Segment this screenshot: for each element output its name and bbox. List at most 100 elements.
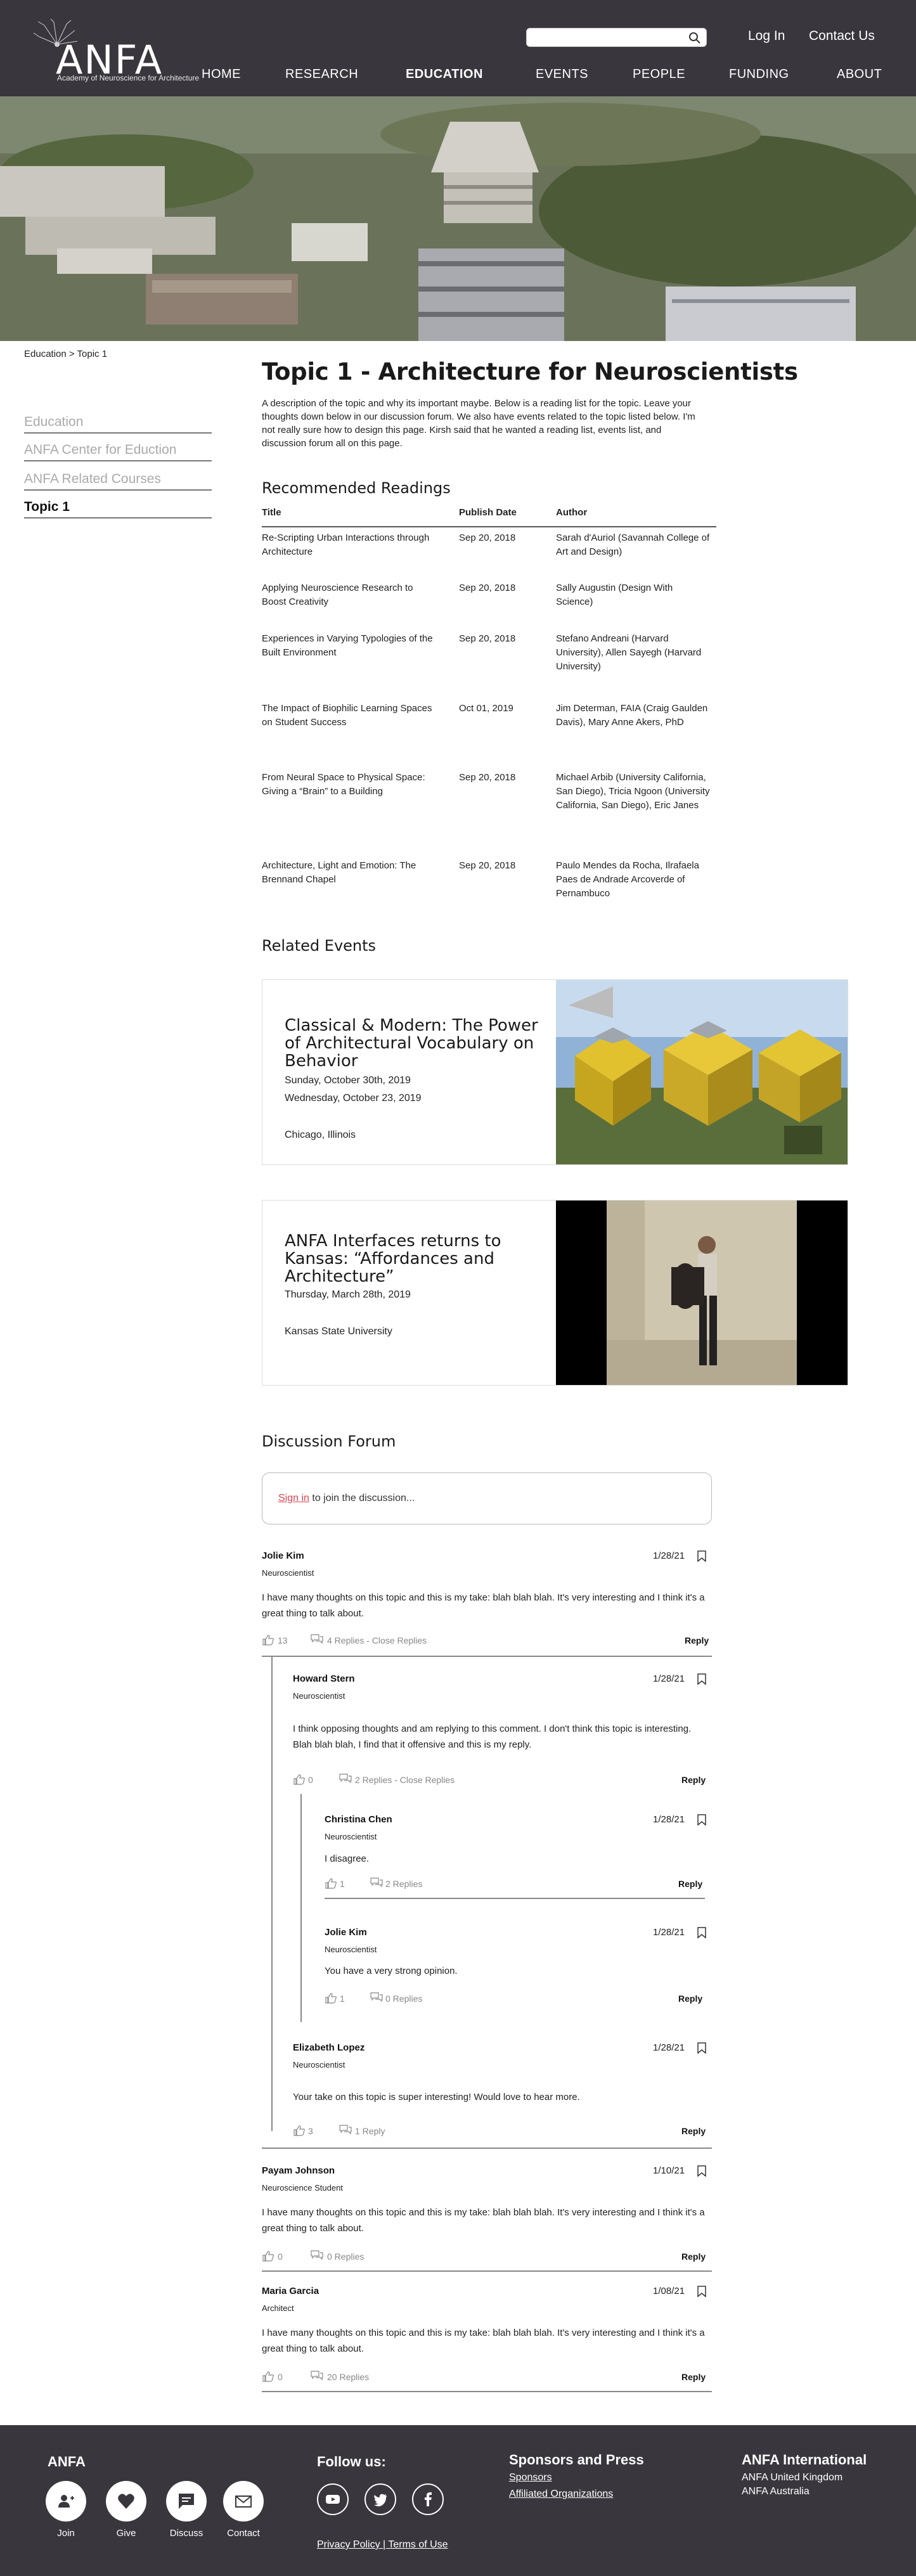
signin-link[interactable]: Sign in [278, 1493, 309, 1504]
comment-author[interactable]: Maria Garcia [262, 2286, 319, 2296]
event-image-person-object [556, 1201, 848, 1385]
replies-icon[interactable] [370, 1877, 383, 1889]
comment-date: 1/10/21 [653, 2165, 685, 2176]
anfa-australia-link[interactable]: ANFA Australia [742, 2486, 810, 2497]
sidebar-item-education[interactable]: Education [24, 415, 212, 434]
contact-link[interactable]: Contact Us [809, 29, 875, 44]
comment-body: You have a very strong opinion. [325, 1966, 458, 1976]
sponsors-link[interactable]: Sponsors [509, 2472, 552, 2483]
replies-toggle[interactable]: 20 Replies [327, 2372, 369, 2382]
reading-title[interactable]: Experiences in Varying Typologies of the… [262, 632, 439, 660]
replies-icon[interactable] [311, 2371, 323, 2382]
thumbs-up-icon[interactable] [293, 1774, 306, 1785]
youtube-icon [326, 2495, 340, 2504]
replies-icon[interactable] [339, 2125, 352, 2136]
reply-button[interactable]: Reply [678, 1879, 702, 1889]
comment-author[interactable]: Howard Stern [293, 1673, 355, 1684]
reply-button[interactable]: Reply [681, 2251, 706, 2262]
replies-toggle[interactable]: 2 Replies [385, 1879, 422, 1889]
replies-icon[interactable] [311, 2250, 323, 2262]
reading-title[interactable]: Architecture, Light and Emotion: The Bre… [262, 859, 439, 887]
event-title[interactable]: Classical & Modern: The Power of Archite… [285, 1017, 538, 1070]
twitter-button[interactable] [364, 2483, 396, 2515]
event-date: Thursday, March 28th, 2019 [285, 1289, 411, 1300]
reply-button[interactable]: Reply [681, 2126, 706, 2136]
forum-heading: Discussion Forum [262, 1433, 396, 1450]
privacy-terms-link[interactable]: Privacy Policy | Terms of Use [317, 2539, 448, 2551]
col-author: Author [556, 507, 588, 518]
replies-icon[interactable] [370, 1992, 383, 2004]
reading-title[interactable]: From Neural Space to Physical Space: Giv… [262, 771, 439, 799]
thumbs-up-icon[interactable] [262, 2371, 274, 2382]
nav-funding[interactable]: FUNDING [729, 67, 789, 82]
sidebar-item-topic1[interactable]: Topic 1 [24, 499, 212, 518]
anfa-uk-link[interactable]: ANFA United Kingdom [742, 2472, 842, 2483]
replies-toggle[interactable]: 0 Replies [327, 2251, 364, 2262]
add-user-icon [58, 2495, 74, 2508]
comment-author[interactable]: Payam Johnson [262, 2165, 335, 2176]
bookmark-icon[interactable] [697, 2165, 706, 2177]
reply-button[interactable]: Reply [678, 1993, 702, 2004]
replies-toggle[interactable]: 4 Replies - Close Replies [327, 1635, 427, 1645]
thumbs-up-icon[interactable] [262, 1634, 274, 1645]
breadcrumb[interactable]: Education > Topic 1 [24, 349, 107, 359]
thumbs-up-icon[interactable] [325, 1877, 337, 1889]
comment-role: Neuroscientist [262, 1568, 314, 1578]
reading-title[interactable]: Re-Scripting Urban Interactions through … [262, 531, 439, 559]
search-icon[interactable] [688, 32, 701, 44]
join-discussion-box[interactable]: Sign in to join the discussion... [262, 1472, 712, 1524]
reading-title[interactable]: The Impact of Biophilic Learning Spaces … [262, 702, 439, 730]
nav-education[interactable]: EDUCATION [406, 67, 483, 82]
join-button[interactable] [46, 2481, 86, 2521]
sidebar-item-center[interactable]: ANFA Center for Eduction [24, 442, 212, 461]
bookmark-icon[interactable] [697, 1673, 706, 1685]
thumbs-up-icon[interactable] [262, 2250, 274, 2262]
reply-button[interactable]: Reply [685, 1635, 709, 1645]
reading-title[interactable]: Applying Neuroscience Research to Boost … [262, 581, 439, 609]
replies-toggle[interactable]: 2 Replies - Close Replies [355, 1775, 455, 1785]
nav-events[interactable]: EVENTS [536, 67, 588, 82]
reading-date: Sep 20, 2018 [459, 860, 516, 871]
bookmark-icon[interactable] [697, 1550, 706, 1562]
logo-subtitle: Academy of Neuroscience for Architecture [57, 74, 200, 82]
replies-icon[interactable] [311, 1634, 323, 1645]
nav-research[interactable]: RESEARCH [285, 67, 358, 82]
contact-button[interactable] [223, 2481, 264, 2521]
comment-body: I have many thoughts on this topic and t… [262, 2207, 705, 2234]
login-link[interactable]: Log In [748, 29, 785, 44]
event-title[interactable]: ANFA Interfaces returns to Kansas: “Affo… [285, 1232, 538, 1285]
reply-button[interactable]: Reply [681, 2372, 706, 2382]
nav-people[interactable]: PEOPLE [633, 67, 685, 82]
bookmark-icon[interactable] [697, 1927, 706, 1938]
search-input[interactable] [526, 28, 707, 47]
replies-toggle[interactable]: 1 Reply [355, 2126, 385, 2136]
event-card[interactable]: ANFA Interfaces returns to Kansas: “Affo… [262, 1200, 848, 1386]
col-title: Title [262, 507, 281, 518]
anfa-logo[interactable]: ANFA Academy of Neuroscience for Archite… [32, 19, 199, 89]
youtube-button[interactable] [317, 2483, 349, 2515]
thumbs-up-icon[interactable] [325, 1992, 337, 2004]
comment-author[interactable]: Jolie Kim [262, 1550, 304, 1561]
event-card[interactable]: Classical & Modern: The Power of Archite… [262, 979, 848, 1165]
like-count: 0 [278, 2372, 283, 2382]
comment-author[interactable]: Christina Chen [325, 1814, 392, 1825]
nav-about[interactable]: ABOUT [837, 67, 882, 82]
comment-author[interactable]: Elizabeth Lopez [293, 2042, 364, 2053]
replies-icon[interactable] [339, 1774, 352, 1785]
discuss-button[interactable] [166, 2481, 207, 2521]
replies-toggle[interactable]: 0 Replies [385, 1993, 422, 2004]
bookmark-icon[interactable] [697, 1814, 706, 1826]
nav-home[interactable]: HOME [202, 67, 241, 82]
reply-button[interactable]: Reply [681, 1775, 706, 1785]
event-location: Kansas State University [285, 1326, 392, 1337]
comment-role: Neuroscientist [293, 2060, 345, 2070]
bookmark-icon[interactable] [697, 2042, 706, 2054]
affiliated-organizations-link[interactable]: Affiliated Organizations [509, 2489, 613, 2500]
comment-author[interactable]: Jolie Kim [325, 1927, 367, 1938]
bookmark-icon[interactable] [697, 2286, 706, 2297]
thumbs-up-icon[interactable] [293, 2125, 306, 2136]
give-button[interactable] [106, 2481, 146, 2521]
event-date: Wednesday, October 23, 2019 [285, 1093, 422, 1104]
sidebar-item-courses[interactable]: ANFA Related Courses [24, 472, 212, 491]
facebook-button[interactable] [412, 2483, 444, 2515]
